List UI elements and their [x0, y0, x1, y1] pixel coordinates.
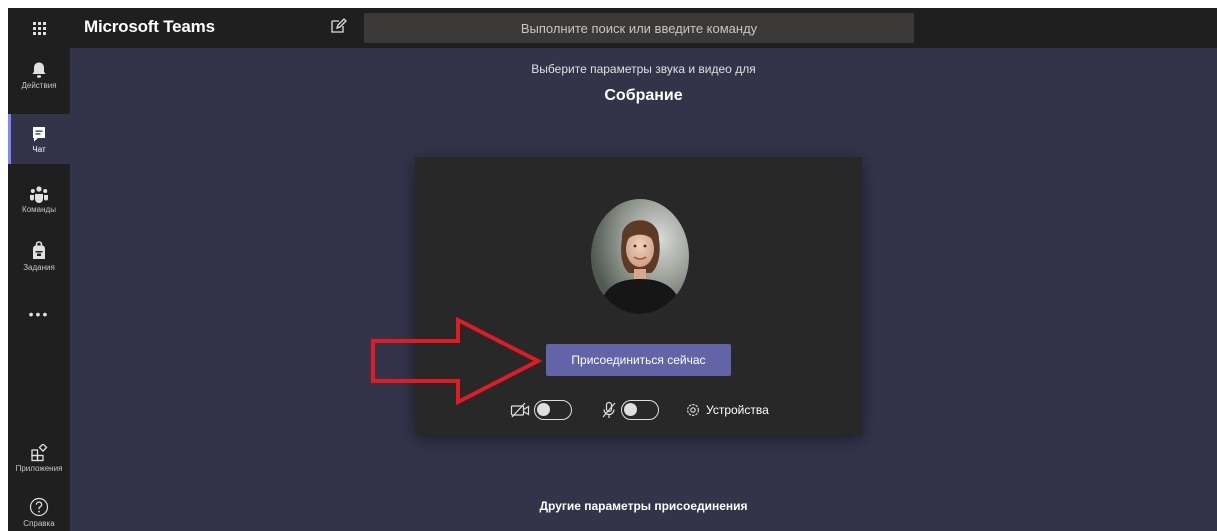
- rail-label-apps: Приложения: [15, 464, 63, 473]
- avatar: [591, 199, 689, 314]
- bell-icon: [32, 62, 46, 78]
- microphone-control: [601, 395, 659, 425]
- more-apps-button[interactable]: •••: [8, 306, 70, 322]
- rail-label-teams: Команды: [22, 205, 56, 214]
- search-placeholder: Выполните поиск или введите команду: [520, 20, 758, 36]
- rail-label-activity: Действия: [21, 81, 57, 90]
- prejoin-panel: Присоединиться сейчас Устройства: [415, 157, 862, 435]
- rail-item-teams[interactable]: Команды: [8, 185, 70, 214]
- rail-item-chat[interactable]: Чат: [8, 114, 70, 164]
- waffle-icon: [32, 21, 46, 35]
- join-now-button[interactable]: Присоединиться сейчас: [546, 344, 731, 376]
- rail-item-apps[interactable]: Приложения: [8, 444, 70, 473]
- app-title: Microsoft Teams: [84, 17, 215, 36]
- search-input[interactable]: Выполните поиск или введите команду: [364, 13, 914, 43]
- camera-off-icon: [510, 402, 530, 418]
- rail-item-help[interactable]: Справка: [8, 497, 70, 528]
- top-bar: Microsoft Teams Выполните поиск или введ…: [8, 8, 1217, 48]
- new-chat-button[interactable]: [329, 17, 347, 35]
- teams-icon: [30, 186, 48, 203]
- camera-toggle[interactable]: [534, 400, 572, 420]
- rail-item-activity[interactable]: Действия: [8, 61, 70, 90]
- help-icon: [29, 497, 49, 517]
- microphone-toggle[interactable]: [621, 400, 659, 420]
- media-controls: Устройства: [415, 395, 862, 425]
- devices-button[interactable]: Устройства: [685, 395, 769, 425]
- prejoin-subtitle: Выберите параметры звука и видео для: [531, 62, 756, 76]
- compose-icon: [331, 18, 347, 33]
- assignments-icon: [33, 241, 45, 259]
- user-photo: [591, 199, 689, 314]
- rail-item-assignments[interactable]: Задания: [8, 241, 70, 272]
- mic-off-icon: [602, 401, 616, 418]
- gear-icon: [687, 404, 699, 416]
- teams-window: Microsoft Teams Выполните поиск или введ…: [8, 8, 1217, 531]
- apps-icon: [31, 444, 48, 462]
- rail-label-help: Справка: [23, 519, 55, 528]
- chat-icon: [33, 126, 45, 141]
- app-rail: Действия Чат Команды Задания ••• Приложе…: [8, 48, 70, 531]
- devices-label: Устройства: [706, 403, 769, 417]
- app-launcher-button[interactable]: [8, 8, 70, 48]
- meeting-title: Собрание: [604, 87, 683, 104]
- rail-label-assignments: Задания: [23, 263, 55, 272]
- camera-control: [510, 395, 572, 425]
- other-join-options-link[interactable]: Другие параметры присоединения: [70, 499, 1217, 513]
- rail-label-chat: Чат: [32, 144, 46, 154]
